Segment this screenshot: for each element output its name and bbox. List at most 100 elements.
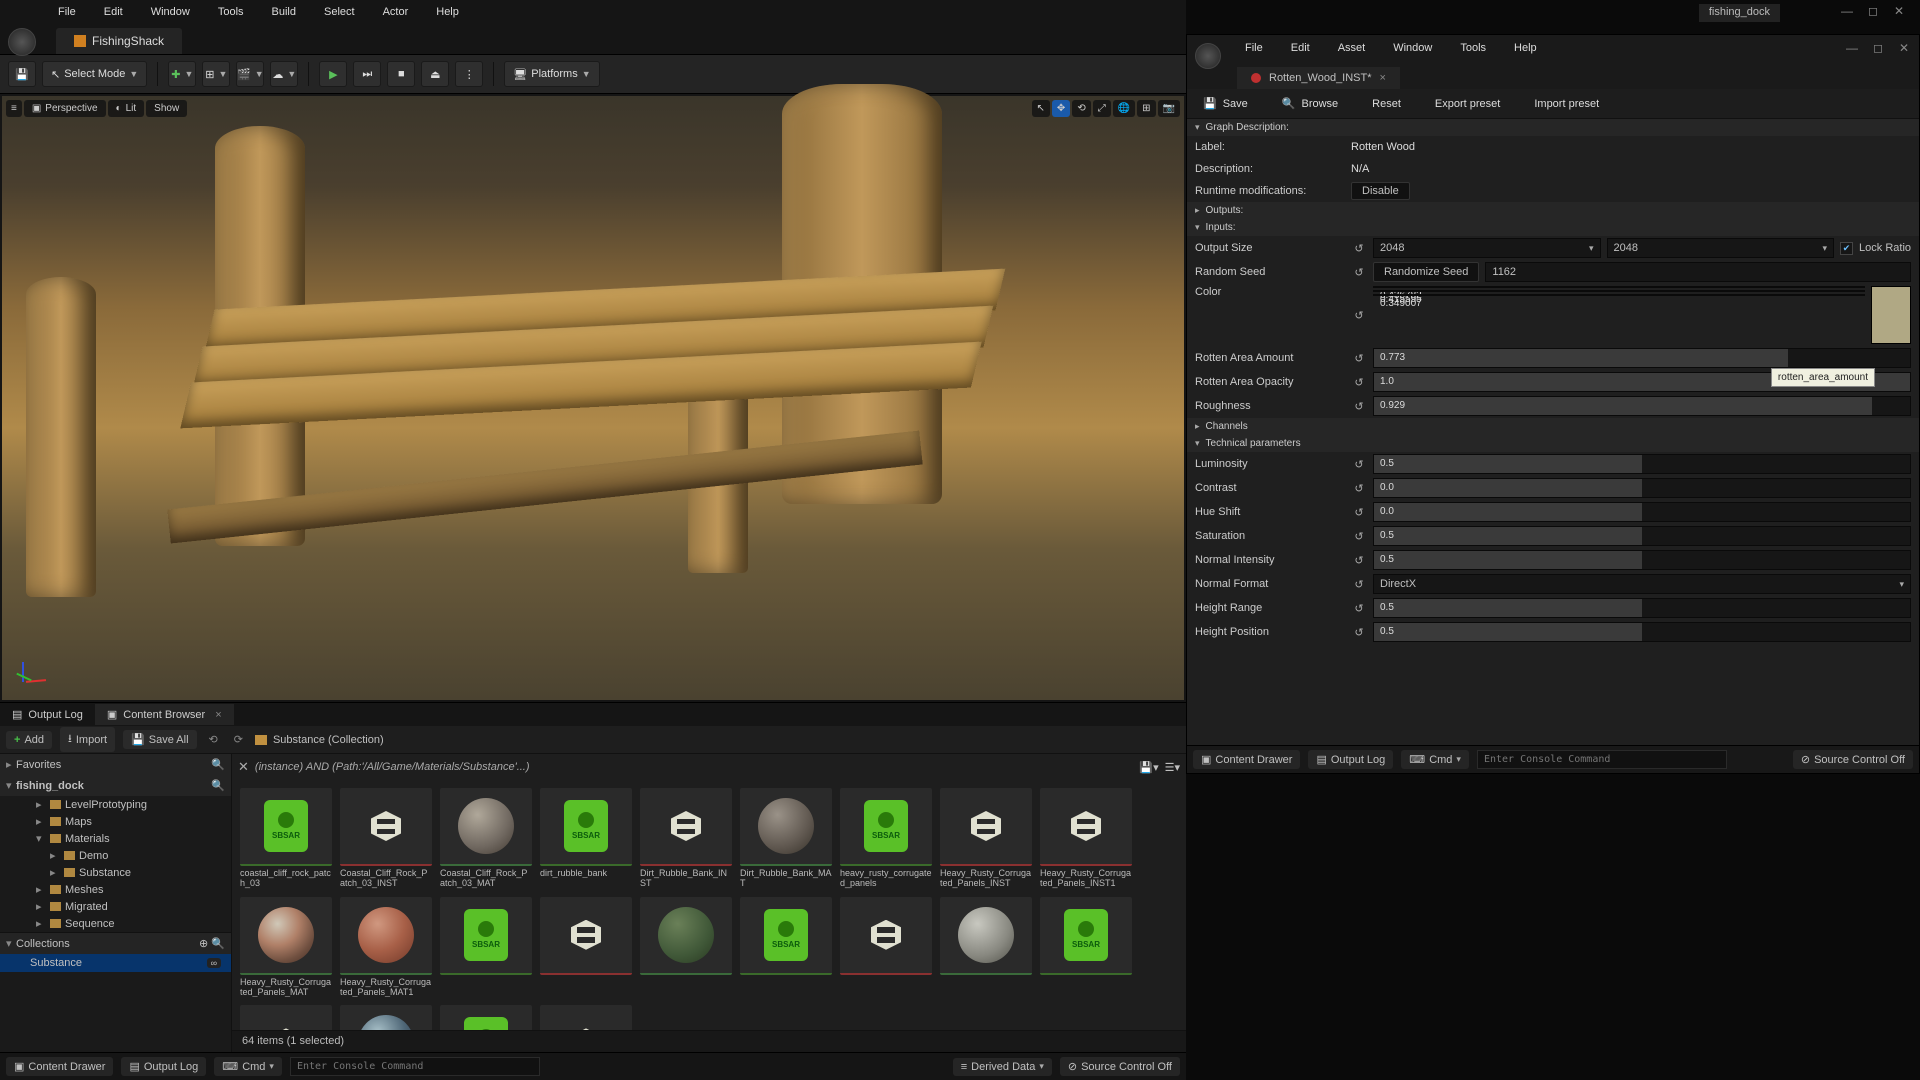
- sub-tab[interactable]: Rotten_Wood_INST* ×: [1237, 67, 1400, 89]
- history-fwd-button[interactable]: ⟳: [230, 733, 247, 746]
- minimize-button[interactable]: —: [1840, 4, 1854, 18]
- console-input[interactable]: [290, 1057, 540, 1076]
- play-options-button[interactable]: ⋮: [455, 61, 483, 87]
- eject-button[interactable]: ⏏: [421, 61, 449, 87]
- output-height-select[interactable]: 2048▾: [1607, 238, 1835, 258]
- add-button[interactable]: +Add: [6, 731, 52, 749]
- contrast-slider[interactable]: 0.0: [1373, 478, 1911, 498]
- menu-help[interactable]: Help: [422, 2, 473, 22]
- height-position-slider[interactable]: 0.5: [1373, 622, 1911, 642]
- asset-item[interactable]: [340, 1005, 432, 1030]
- reset-icon[interactable]: ↺: [1351, 376, 1367, 389]
- asset-item[interactable]: Heavy_Rusty_Corrugated_Panels_MAT1: [340, 897, 432, 998]
- reset-icon[interactable]: ↺: [1351, 530, 1367, 543]
- color-r-slider[interactable]: 0.436782: [1373, 286, 1865, 288]
- favorites-header[interactable]: ▸Favorites 🔍: [0, 754, 231, 775]
- skip-button[interactable]: ⏭: [353, 61, 381, 87]
- close-button[interactable]: ✕: [1892, 4, 1906, 18]
- save-all-button[interactable]: 💾Save All: [123, 730, 196, 749]
- tech-params-section[interactable]: ▾Technical parameters: [1187, 435, 1919, 452]
- channels-section[interactable]: ▸Channels: [1187, 418, 1919, 435]
- asset-item[interactable]: [540, 897, 632, 998]
- asset-item[interactable]: [640, 897, 732, 998]
- viewport-show-button[interactable]: Show: [146, 100, 187, 117]
- color-g-slider[interactable]: 0.415595: [1373, 290, 1865, 292]
- asset-item[interactable]: SBSARcoastal_cliff_rock_patch_03: [240, 788, 332, 889]
- close-icon[interactable]: ×: [1380, 72, 1386, 84]
- sub-source-control-button[interactable]: ⊘Source Control Off: [1793, 750, 1913, 769]
- sequencer-button[interactable]: 🎬▼: [236, 61, 264, 87]
- cmd-button[interactable]: ⌨Cmd ▾: [214, 1057, 282, 1076]
- asset-item[interactable]: Heavy_Rusty_Corrugated_Panels_INST1: [1040, 788, 1132, 889]
- tab-content-browser[interactable]: ▣Content Browser×: [95, 704, 234, 725]
- asset-item[interactable]: Dirt_Rubble_Bank_MAT: [740, 788, 832, 889]
- settings-button[interactable]: ☁▼: [270, 61, 298, 87]
- sub-output-log-button[interactable]: ▤Output Log: [1308, 750, 1393, 769]
- asset-item[interactable]: Coastal_Cliff_Rock_Patch_03_MAT: [440, 788, 532, 889]
- sub-save-button[interactable]: 💾Save: [1187, 92, 1264, 115]
- menu-build[interactable]: Build: [258, 2, 310, 22]
- tree-item-sequence[interactable]: ▸Sequence: [0, 915, 231, 932]
- sub-menu-edit[interactable]: Edit: [1277, 38, 1324, 58]
- history-back-button[interactable]: ⟲: [205, 733, 222, 746]
- asset-item[interactable]: Heavy_Rusty_Corrugated_Panels_MAT: [240, 897, 332, 998]
- stop-button[interactable]: ■: [387, 61, 415, 87]
- filter-text[interactable]: (instance) AND (Path:'/All/Game/Material…: [255, 761, 1133, 773]
- sub-import-button[interactable]: Import preset: [1518, 93, 1615, 115]
- reset-icon[interactable]: ↺: [1351, 626, 1367, 639]
- vp-camera-icon[interactable]: 📷: [1158, 100, 1180, 117]
- random-seed-input[interactable]: 1162: [1485, 262, 1911, 282]
- runtime-toggle[interactable]: Disable: [1351, 182, 1410, 200]
- reset-icon[interactable]: ↺: [1351, 309, 1367, 322]
- import-button[interactable]: ⭳Import: [60, 727, 115, 752]
- tree-item-demo[interactable]: ▸Demo: [0, 847, 231, 864]
- clear-filter-icon[interactable]: ✕: [238, 759, 249, 775]
- color-b-slider[interactable]: 0.349007: [1373, 294, 1865, 296]
- asset-item[interactable]: SBSARheavy_rusty_corrugated_panels: [840, 788, 932, 889]
- breadcrumb[interactable]: Substance (Collection): [255, 734, 384, 746]
- inputs-section[interactable]: ▾Inputs:: [1187, 219, 1919, 236]
- asset-item[interactable]: [240, 1005, 332, 1030]
- hue-slider[interactable]: 0.0: [1373, 502, 1911, 522]
- menu-tools[interactable]: Tools: [204, 2, 258, 22]
- vp-move-icon[interactable]: ✥: [1052, 100, 1070, 117]
- graph-desc-section[interactable]: ▾Graph Description:: [1187, 119, 1919, 136]
- sub-content-drawer-button[interactable]: ▣Content Drawer: [1193, 750, 1300, 769]
- vp-globe-icon[interactable]: 🌐: [1113, 100, 1135, 117]
- search-icon[interactable]: 🔍: [211, 779, 225, 792]
- viewport-perspective-button[interactable]: ▣Perspective: [24, 100, 106, 117]
- sub-menu-window[interactable]: Window: [1379, 38, 1446, 58]
- save-filter-icon[interactable]: 💾▾: [1139, 761, 1158, 774]
- reset-icon[interactable]: ↺: [1351, 578, 1367, 591]
- asset-item[interactable]: Heavy_Rusty_Corrugated_Panels_INST: [940, 788, 1032, 889]
- asset-item[interactable]: SBSARdirt_rubble_bank: [540, 788, 632, 889]
- sub-console-input[interactable]: [1477, 750, 1727, 769]
- asset-item[interactable]: Dirt_Rubble_Bank_INST: [640, 788, 732, 889]
- roughness-slider[interactable]: 0.929: [1373, 396, 1911, 416]
- select-mode-button[interactable]: ↖ Select Mode ▼: [42, 61, 147, 87]
- tree-item-levelproto[interactable]: ▸LevelPrototyping: [0, 796, 231, 813]
- saturation-slider[interactable]: 0.5: [1373, 526, 1911, 546]
- vp-select-icon[interactable]: ↖: [1032, 100, 1050, 117]
- vp-scale-icon[interactable]: ⤢: [1093, 100, 1111, 117]
- rotten-amount-slider[interactable]: 0.773: [1373, 348, 1911, 368]
- asset-item[interactable]: SBSAR: [1040, 897, 1132, 998]
- collections-header[interactable]: ▾Collections ⊕ 🔍: [0, 933, 231, 954]
- height-range-slider[interactable]: 0.5: [1373, 598, 1911, 618]
- tree-item-maps[interactable]: ▸Maps: [0, 813, 231, 830]
- search-icon[interactable]: 🔍: [211, 758, 225, 771]
- sub-menu-help[interactable]: Help: [1500, 38, 1551, 58]
- reset-icon[interactable]: ↺: [1351, 400, 1367, 413]
- sub-browse-button[interactable]: 🔍Browse: [1266, 92, 1354, 115]
- sub-reset-button[interactable]: Reset: [1356, 93, 1417, 115]
- asset-item[interactable]: [940, 897, 1032, 998]
- sub-cmd-button[interactable]: ⌨Cmd ▾: [1401, 750, 1469, 769]
- sub-export-button[interactable]: Export preset: [1419, 93, 1516, 115]
- tab-output-log[interactable]: ▤Output Log: [0, 704, 95, 725]
- maximize-button[interactable]: ◻: [1866, 4, 1880, 18]
- tree-item-materials[interactable]: ▾Materials: [0, 830, 231, 847]
- luminosity-slider[interactable]: 0.5: [1373, 454, 1911, 474]
- tree-item-substance[interactable]: ▸Substance: [0, 864, 231, 881]
- play-button[interactable]: ▶: [319, 61, 347, 87]
- marketplace-button[interactable]: ⊞▼: [202, 61, 230, 87]
